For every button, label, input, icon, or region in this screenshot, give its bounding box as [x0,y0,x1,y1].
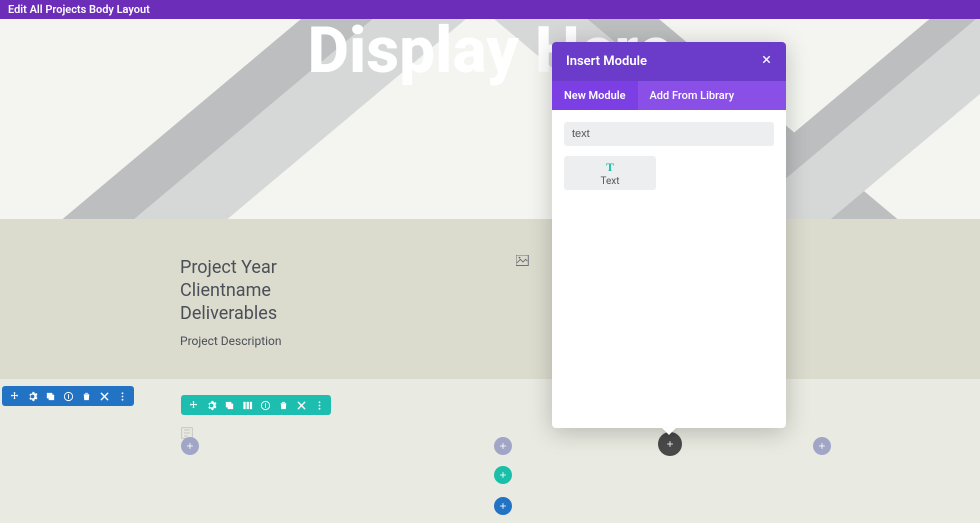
section-settings-icon[interactable] [26,390,38,402]
row-settings-icon[interactable] [205,399,217,411]
section-duplicate-icon[interactable] [44,390,56,402]
add-section-button[interactable] [494,497,512,515]
modal-title: Insert Module [566,54,647,69]
row-more-icon[interactable] [313,399,325,411]
add-module-active-button[interactable] [658,432,682,456]
admin-top-bar-title: Edit All Projects Body Layout [8,3,150,16]
module-placeholder-icon [181,424,193,436]
add-module-col4-button[interactable] [813,437,831,455]
section-move-icon[interactable] [8,390,20,402]
row-save-icon[interactable] [259,399,271,411]
row-close-icon[interactable] [295,399,307,411]
broken-image-icon [516,254,530,268]
section-toolbar [2,386,134,406]
module-text-label: Text [600,176,619,187]
row-move-icon[interactable] [187,399,199,411]
text-icon: T [606,160,614,175]
admin-top-bar: Edit All Projects Body Layout [0,0,980,19]
section-close-icon[interactable] [98,390,110,402]
module-text-card[interactable]: T Text [564,156,656,190]
insert-module-modal: Insert Module New Module Add From Librar… [552,42,786,428]
row-delete-icon[interactable] [277,399,289,411]
modal-tabs: New Module Add From Library [552,81,786,110]
module-search-input[interactable] [564,122,774,146]
add-row-button[interactable] [494,466,512,484]
hero-section: Display Here [0,19,980,219]
modal-pointer [662,428,676,435]
hero-title: Display Here [0,19,980,83]
row-toolbar [181,395,331,415]
add-module-col1-button[interactable] [181,437,199,455]
content-band: Project Year Clientname Deliverables Pro… [0,219,980,379]
modal-header: Insert Module [552,42,786,81]
section-delete-icon[interactable] [80,390,92,402]
tab-add-from-library[interactable]: Add From Library [638,81,747,110]
modal-body: T Text [552,110,786,428]
row-duplicate-icon[interactable] [223,399,235,411]
add-module-col2-button[interactable] [494,437,512,455]
row-columns-icon[interactable] [241,399,253,411]
section-save-icon[interactable] [62,390,74,402]
builder-area [0,379,980,523]
tab-new-module[interactable]: New Module [552,81,638,110]
modal-close-button[interactable] [761,54,772,69]
section-more-icon[interactable] [116,390,128,402]
